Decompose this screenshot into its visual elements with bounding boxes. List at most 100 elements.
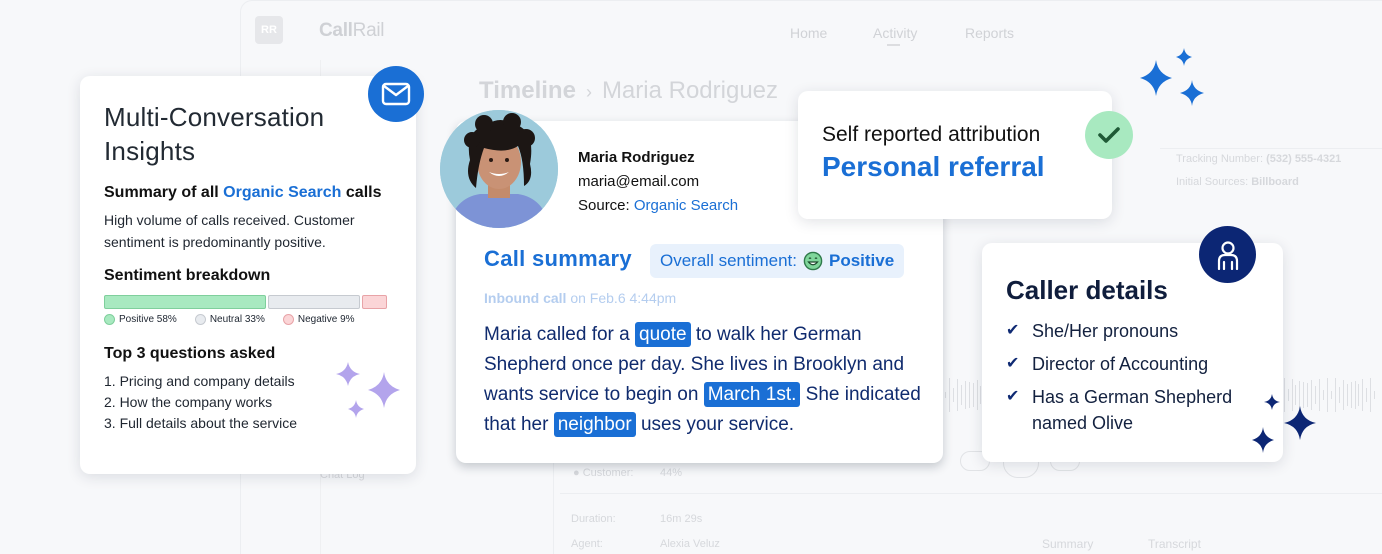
- sentiment-legend: Positive 58% Neutral 33% Negative 9%: [104, 314, 392, 325]
- tracking-number-row: Tracking Number: (532) 555-4321: [1176, 153, 1341, 165]
- legend-item: Negative 9%: [282, 314, 355, 325]
- initial-sources-label: Initial Sources:: [1176, 176, 1249, 188]
- tab-summary[interactable]: Summary: [1042, 537, 1093, 551]
- waveform-bar: [1346, 383, 1348, 407]
- waveform-bar: [1370, 378, 1372, 412]
- legend-item: Neutral 33%: [194, 314, 265, 325]
- attribution-label: Self reported attribution: [822, 123, 1041, 146]
- insights-subtitle: Summary of all Organic Search calls: [104, 184, 382, 201]
- waveform-bar: [956, 379, 958, 411]
- attribution-card: Self reported attribution Personal refer…: [798, 91, 1112, 219]
- person-icon: [1217, 240, 1238, 270]
- nav-active-indicator: [887, 44, 900, 46]
- legend-dot-icon: [194, 314, 206, 325]
- legend-item: Positive 58%: [104, 314, 177, 325]
- nav-home[interactable]: Home: [790, 25, 827, 41]
- checkmark-icon: ✔︎: [1006, 322, 1020, 339]
- waveform-bar: [1350, 381, 1352, 409]
- customer-value: 44%: [660, 467, 683, 479]
- waveform-bar: [1366, 387, 1368, 403]
- summary-text-segment: uses your service.: [635, 414, 795, 435]
- insights-description: High volume of calls received. Customer …: [104, 212, 355, 250]
- sentiment-segment: [104, 295, 266, 309]
- organic-search-link[interactable]: Organic Search: [223, 184, 341, 201]
- legend-label: Negative 9%: [297, 314, 355, 325]
- contact-info: Maria Rodriguez maria@email.com Source: …: [578, 146, 738, 218]
- waveform-bar: [1358, 384, 1360, 406]
- mail-badge: [368, 66, 424, 122]
- list-item: ✔︎ She/Her pronouns: [1006, 318, 1259, 344]
- brand-bold: Call: [319, 20, 353, 41]
- divider: [1160, 148, 1382, 149]
- tracking-number-value[interactable]: (532) 555-4321: [1266, 153, 1341, 165]
- contact-email[interactable]: maria@email.com: [578, 170, 738, 194]
- waveform-bar: [1338, 387, 1340, 403]
- breadcrumb-current: Maria Rodriguez: [601, 77, 779, 104]
- breadcrumb: Timeline › Maria Rodriguez: [479, 77, 778, 105]
- waveform-bar: [968, 382, 970, 408]
- sentiment-value: Positive: [829, 251, 895, 270]
- duration-value: 16m 29s: [660, 513, 703, 525]
- check-icon: [1098, 127, 1120, 143]
- sentiment-bar: [104, 295, 387, 309]
- waveform-bar: [1374, 391, 1376, 399]
- waveform-bar: [1323, 389, 1324, 401]
- sentiment-segment: [267, 295, 360, 309]
- waveform-bar: [1354, 381, 1356, 409]
- highlighted-keyword: March 1st.: [703, 382, 801, 407]
- call-summary-title: Call summary: [484, 246, 632, 271]
- smiley-icon: [803, 251, 823, 271]
- waveform-bar: [1362, 379, 1364, 411]
- contact-name: Maria Rodriguez: [578, 149, 695, 166]
- checkmark-icon: ✔︎: [1006, 355, 1020, 372]
- nav-activity[interactable]: Activity: [873, 25, 917, 41]
- waveform-bar: [1330, 390, 1332, 400]
- divider: [560, 493, 1382, 494]
- waveform-bar: [972, 383, 974, 407]
- tracking-number-label: Tracking Number:: [1176, 153, 1264, 165]
- agent-value: Alexia Veluz: [660, 538, 720, 550]
- brand-logo: CallRail: [319, 20, 384, 42]
- list-item: ✔︎ Director of Accounting: [1006, 351, 1259, 377]
- sentiment-segment: [361, 295, 387, 309]
- sparkle-icon: [336, 362, 400, 418]
- breadcrumb-root[interactable]: Timeline: [479, 77, 576, 104]
- chevron-right-icon: ›: [585, 82, 592, 102]
- checkmark-icon: ✔︎: [1006, 388, 1020, 405]
- account-avatar[interactable]: RR: [255, 16, 283, 44]
- legend-label: Neutral 33%: [209, 314, 265, 325]
- summary-text-segment: Maria called for a: [484, 324, 636, 345]
- customer-label: ● Customer:: [573, 467, 634, 479]
- overall-sentiment-badge: Overall sentiment: Positive: [650, 244, 905, 278]
- waveform-bar: [964, 380, 966, 410]
- call-summary-text: Maria called for a quote to walk her Ger…: [484, 320, 924, 440]
- call-timestamp: Inbound call on Feb.6 4:44pm: [484, 290, 677, 306]
- person-photo-icon: [440, 110, 558, 228]
- legend-label: Positive 58%: [119, 314, 177, 325]
- sentiment-heading: Sentiment breakdown: [104, 267, 271, 284]
- tab-transcript[interactable]: Transcript: [1148, 537, 1201, 551]
- sparkle-icon: [1140, 48, 1204, 106]
- waveform-bar: [960, 385, 962, 405]
- waveform-bar: [1342, 379, 1344, 411]
- waveform-bar: [945, 392, 946, 398]
- legend-dot-icon: [282, 314, 294, 325]
- waveform-bar: [952, 388, 954, 402]
- list-item: ✔︎ Has a German Shepherd named Olive: [1006, 384, 1259, 436]
- legend-dot-icon: [104, 314, 115, 325]
- initial-sources-row: Initial Sources: Billboard: [1176, 176, 1299, 188]
- highlighted-keyword: quote: [635, 322, 691, 347]
- caller-details-list: ✔︎ She/Her pronouns ✔︎ Director of Account…: [1006, 318, 1259, 436]
- check-badge: [1085, 111, 1133, 159]
- duration-label: Duration:: [571, 513, 616, 525]
- person-badge: [1199, 226, 1256, 283]
- waveform-bar: [976, 379, 978, 411]
- brand-light: Rail: [352, 20, 385, 41]
- source-link[interactable]: Organic Search: [634, 197, 738, 214]
- waveform-bar: [1334, 378, 1336, 412]
- mail-icon: [381, 82, 411, 106]
- nav-reports[interactable]: Reports: [965, 25, 1014, 41]
- marketing-composite: RR CallRail Home Activity Reports Timeli…: [0, 0, 1382, 554]
- caller-avatar: [440, 110, 558, 228]
- initial-sources-value: Billboard: [1251, 176, 1299, 188]
